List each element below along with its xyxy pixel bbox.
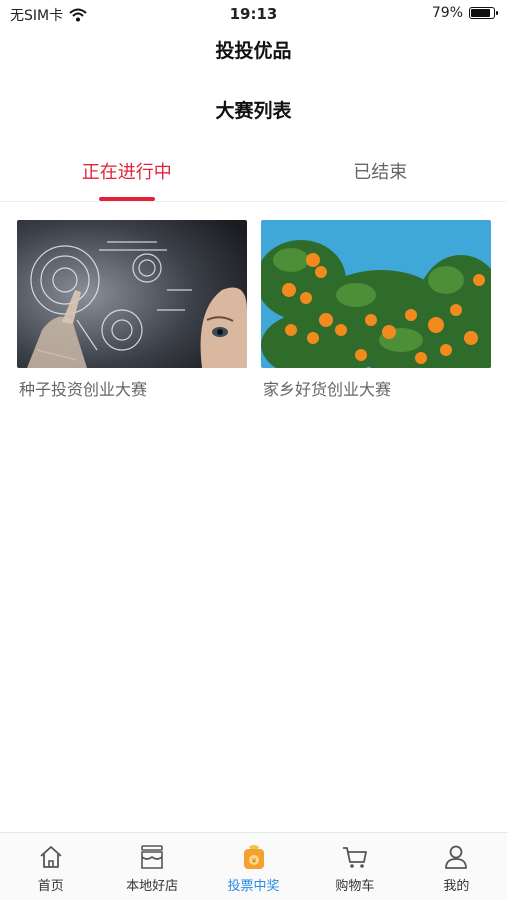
contest-list: 种子投资创业大赛 家乡好货创业大赛 <box>17 220 491 400</box>
tab-ended-label: 已结束 <box>353 162 408 183</box>
active-tab-indicator <box>98 197 155 201</box>
tab-ended[interactable]: 已结束 <box>254 150 507 201</box>
home-icon <box>40 846 62 868</box>
profile-icon <box>445 845 468 869</box>
tab-ongoing[interactable]: 正在进行中 <box>0 150 254 201</box>
cart-icon <box>342 847 367 868</box>
tabbar-item-local-stores[interactable]: 本地好店 <box>101 833 202 900</box>
tabbar-item-vote-prize[interactable]: ¥ 投票中奖 <box>203 833 304 900</box>
tab-ongoing-label: 正在进行中 <box>81 162 172 183</box>
status-bar: 无SIM卡 19:13 79% <box>0 0 507 28</box>
contest-title: 种子投资创业大赛 <box>19 380 148 399</box>
battery-percent: 79% <box>431 5 463 21</box>
orange-tree-image <box>261 220 491 368</box>
tabbar-item-cart[interactable]: 购物车 <box>304 833 405 900</box>
status-right: 79% <box>431 5 498 21</box>
battery-icon <box>469 7 498 19</box>
contest-tabs: 正在进行中 已结束 <box>0 150 507 202</box>
contest-title: 家乡好货创业大赛 <box>263 380 392 399</box>
futuristic-touch-interface-image <box>17 220 247 368</box>
tabbar-label-home: 首页 <box>37 879 64 894</box>
contest-card-seed-investment[interactable]: 种子投资创业大赛 <box>17 220 247 400</box>
bottom-tab-bar: 首页 本地好店 ¥ 投票中奖 购物车 我的 <box>0 832 507 900</box>
svg-text:¥: ¥ <box>251 857 256 865</box>
store-icon <box>141 845 163 869</box>
contest-card-hometown-goods[interactable]: 家乡好货创业大赛 <box>261 220 491 400</box>
tabbar-label-vote-prize: 投票中奖 <box>227 879 280 894</box>
page-title: 大赛列表 <box>215 100 292 122</box>
nav-title: 投投优品 <box>215 40 292 62</box>
tabbar-label-profile: 我的 <box>443 879 470 894</box>
tabbar-label-local-stores: 本地好店 <box>126 879 179 894</box>
tabbar-label-cart: 购物车 <box>335 879 375 894</box>
vote-prize-icon: ¥ <box>243 845 264 869</box>
tabbar-item-profile[interactable]: 我的 <box>406 833 507 900</box>
tabbar-item-home[interactable]: 首页 <box>0 833 101 900</box>
